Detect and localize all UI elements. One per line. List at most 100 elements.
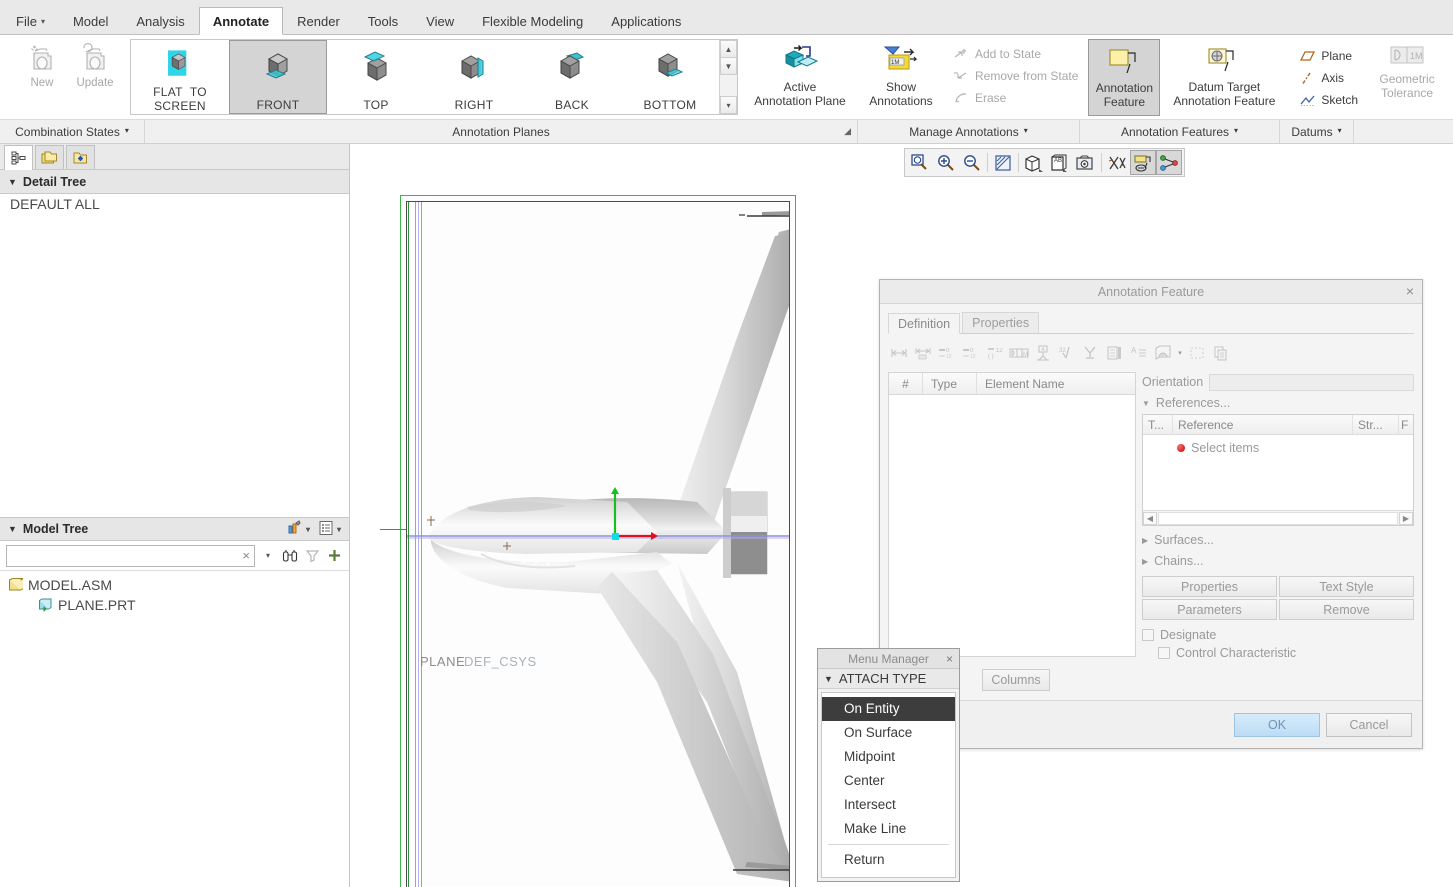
annotation-plane-bottom[interactable]: BOTTOM: [621, 40, 719, 114]
add-to-state-button[interactable]: Add to State: [948, 43, 1082, 65]
gallery-scroll-up-button[interactable]: ▲: [720, 40, 737, 58]
tab-tools[interactable]: Tools: [354, 7, 412, 35]
model-tree-header[interactable]: ▼ Model Tree ▾ ▾: [0, 517, 349, 541]
control-characteristic-checkbox-row[interactable]: Control Characteristic: [1158, 646, 1414, 660]
repaint-icon[interactable]: [990, 150, 1016, 175]
dialog-launcher-icon[interactable]: ◢: [844, 126, 851, 137]
sketch-button[interactable]: Sketch: [1294, 89, 1362, 111]
datum-axis-button[interactable]: Axis: [1294, 67, 1362, 89]
detail-tree-header[interactable]: ▼ Detail Tree: [0, 170, 349, 194]
spin-center-icon[interactable]: [1156, 150, 1182, 175]
annotation-plane-top[interactable]: TOP: [327, 40, 425, 114]
datum-target-annotation-feature-button[interactable]: Datum Target Annotation Feature: [1160, 39, 1288, 108]
references-row-select-items[interactable]: Select items: [1177, 441, 1259, 455]
gallery-scroll-down-button[interactable]: ▼: [720, 57, 737, 75]
set-datum-icon[interactable]: [1152, 342, 1174, 364]
gallery-expand-button[interactable]: ▾: [720, 96, 737, 114]
ok-button[interactable]: OK: [1234, 712, 1320, 737]
menu-item-make-line[interactable]: Make Line: [822, 817, 955, 841]
references-section-header[interactable]: ▼ References...: [1142, 394, 1414, 412]
menu-manager-dialog[interactable]: Menu Manager × ▼ ATTACH TYPE On Entity O…: [817, 648, 960, 882]
menu-item-on-surface[interactable]: On Surface: [822, 721, 955, 745]
aircraft-model-geometry[interactable]: [407, 202, 790, 887]
model-display-area[interactable]: [406, 201, 790, 887]
basic-dimension-icon[interactable]: ( ) 12: [984, 342, 1006, 364]
note-icon[interactable]: A: [1128, 342, 1150, 364]
scroll-track[interactable]: [1158, 511, 1398, 525]
menu-item-midpoint[interactable]: Midpoint: [822, 745, 955, 769]
menu-manager-submenu-header[interactable]: ▼ ATTACH TYPE: [818, 669, 959, 689]
chevron-down-icon[interactable]: ▾: [306, 525, 310, 534]
group-caption-datums[interactable]: Datums ▾: [1280, 120, 1354, 143]
annotation-plane-back[interactable]: BACK: [523, 40, 621, 114]
datum-display-filters-icon[interactable]: [1104, 150, 1130, 175]
chevron-down-icon[interactable]: ▼: [8, 177, 17, 187]
properties-button[interactable]: Properties: [1142, 576, 1277, 597]
scroll-left-icon[interactable]: ◀: [1143, 511, 1157, 525]
clear-search-icon[interactable]: ×: [242, 548, 250, 563]
display-style-icon[interactable]: [1021, 150, 1047, 175]
model-tree-search-input[interactable]: ×: [6, 544, 255, 567]
menu-item-return[interactable]: Return: [822, 848, 955, 872]
datum-plane-button[interactable]: Plane: [1294, 45, 1362, 67]
new-combination-state-button[interactable]: New: [18, 35, 66, 119]
add-item-icon[interactable]: [325, 546, 343, 566]
bounding-box-icon[interactable]: [1186, 342, 1208, 364]
detail-tree-row-default-all[interactable]: DEFAULT ALL: [0, 194, 349, 214]
orientation-input[interactable]: [1209, 373, 1414, 391]
tree-columns-icon[interactable]: [318, 520, 334, 539]
columns-button[interactable]: Columns: [982, 669, 1050, 691]
menu-item-intersect[interactable]: Intersect: [822, 793, 955, 817]
update-combination-state-button[interactable]: Update: [66, 35, 124, 119]
active-annotation-plane-button[interactable]: Active Annotation Plane: [740, 35, 860, 119]
references-table[interactable]: T... Reference Str... F Select items ◀ ▶: [1142, 414, 1414, 526]
tab-model[interactable]: Model: [59, 7, 122, 35]
references-horizontal-scrollbar[interactable]: ◀ ▶: [1143, 510, 1413, 525]
annotation-feature-button[interactable]: Annotation Feature: [1088, 39, 1161, 116]
menu-item-center[interactable]: Center: [822, 769, 955, 793]
designate-checkbox[interactable]: [1142, 629, 1154, 641]
model-tree-row-plane-prt[interactable]: PLANE.PRT: [0, 595, 349, 615]
element-table[interactable]: # Type Element Name: [888, 372, 1136, 657]
zoom-out-icon[interactable]: [959, 150, 985, 175]
chevron-down-icon[interactable]: ▾: [1176, 349, 1184, 357]
active-annotation-plane-boundary[interactable]: [400, 195, 796, 887]
group-caption-annotation-planes[interactable]: Annotation Planes ◢: [145, 120, 858, 143]
cancel-button[interactable]: Cancel: [1326, 712, 1412, 737]
surfaces-section-header[interactable]: ▶ Surfaces...: [1142, 531, 1414, 549]
chevron-down-icon[interactable]: ▾: [337, 525, 341, 534]
annotation-planes-scrollbar[interactable]: ▲ ▼ ▾: [719, 40, 737, 114]
geometric-tolerance-icon[interactable]: M: [1008, 342, 1030, 364]
settings-icon[interactable]: [286, 519, 303, 539]
chains-section-header[interactable]: ▶ Chains...: [1142, 552, 1414, 570]
zoom-in-icon[interactable]: [933, 150, 959, 175]
group-caption-combination-states[interactable]: Combination States ▾: [0, 120, 145, 143]
chevron-down-icon[interactable]: ▼: [8, 524, 17, 534]
parameters-button[interactable]: Parameters: [1142, 599, 1277, 620]
annotation-plane-flat-to-screen[interactable]: FLAT TO SCREEN: [131, 40, 229, 114]
annotation-feature-dialog[interactable]: Annotation Feature × Definition Properti…: [879, 279, 1423, 749]
ordinate-ref-dimension-icon[interactable]: 0 12: [960, 342, 982, 364]
tab-analysis[interactable]: Analysis: [122, 7, 198, 35]
text-style-button[interactable]: Text Style: [1279, 576, 1414, 597]
model-tree-row-model-asm[interactable]: MODEL.ASM: [0, 575, 349, 595]
copy-icon[interactable]: [1210, 342, 1232, 364]
tab-detail-tree[interactable]: [4, 145, 33, 170]
menu-manager-titlebar[interactable]: Menu Manager ×: [818, 649, 959, 669]
tab-render[interactable]: Render: [283, 7, 354, 35]
filter-icon[interactable]: [303, 546, 321, 566]
reference-dimension-icon[interactable]: [912, 342, 934, 364]
annotation-plane-right[interactable]: RIGHT: [425, 40, 523, 114]
close-icon[interactable]: ×: [1406, 283, 1414, 299]
references-table-body[interactable]: Select items: [1143, 435, 1413, 510]
show-annotations-button[interactable]: 1M Show Annotations: [860, 35, 942, 119]
saved-orientations-icon[interactable]: AB: [1047, 150, 1073, 175]
menu-item-on-entity[interactable]: On Entity: [822, 697, 955, 721]
driven-dimension-icon[interactable]: [1080, 342, 1102, 364]
tab-file[interactable]: File ▾: [2, 7, 59, 35]
tab-view[interactable]: View: [412, 7, 468, 35]
dimension-icon[interactable]: [888, 342, 910, 364]
surface-finish-icon[interactable]: 32: [1056, 342, 1078, 364]
tab-favorites[interactable]: [66, 145, 95, 169]
geometric-tolerance-button[interactable]: 1M Geometric Tolerance: [1368, 35, 1446, 119]
